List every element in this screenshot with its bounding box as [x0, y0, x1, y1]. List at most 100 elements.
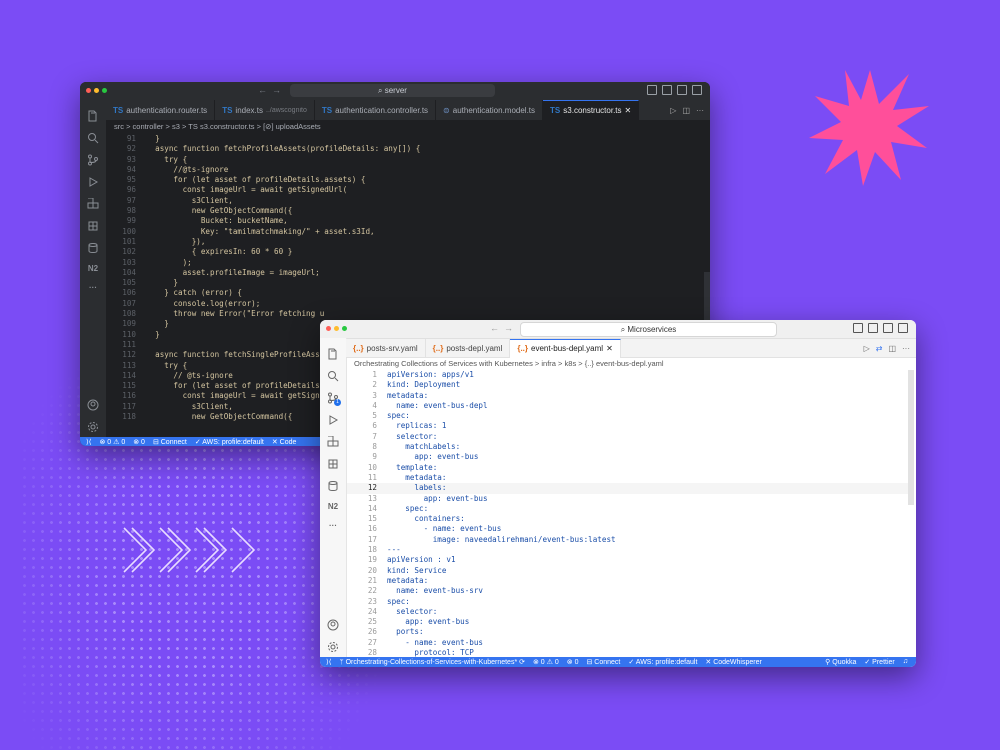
aws-profile[interactable]: ✓ AWS: profile:default [628, 658, 697, 666]
light-title-bar: ← → ⌕ Microservices [320, 320, 916, 339]
n2-extension-icon[interactable]: N2 [88, 264, 98, 273]
maximize-window-button[interactable] [342, 326, 347, 331]
settings-gear-icon[interactable] [327, 641, 339, 653]
panel-toggle-icon[interactable] [662, 85, 672, 95]
quokka-status[interactable]: ⚲ Quokka [825, 658, 856, 666]
close-window-button[interactable] [86, 88, 91, 93]
n2-extension-icon[interactable]: N2 [328, 502, 338, 511]
ports-indicator[interactable]: ⊗ 0 [567, 658, 579, 666]
testing-icon[interactable] [87, 220, 99, 232]
account-icon[interactable] [327, 619, 339, 631]
more-actions-icon[interactable]: ··· [696, 106, 704, 115]
tab-authentication-controller[interactable]: TS authentication.controller.ts [315, 100, 437, 120]
command-search-box[interactable]: ⌕ server [290, 84, 495, 97]
problems-indicator[interactable]: ⊗ 0 ⚠ 0 [533, 658, 559, 666]
run-debug-icon[interactable] [327, 414, 339, 426]
yaml-file-icon: {..} [432, 343, 444, 353]
connect-button[interactable]: ⊟ Connect [586, 658, 620, 666]
tab-posts-depl[interactable]: {..} posts-depl.yaml [426, 339, 511, 357]
window-controls [86, 88, 107, 93]
tab-authentication-model[interactable]: ⊜ authentication.model.ts [436, 100, 544, 120]
panel-toggle-icon[interactable] [868, 323, 878, 333]
command-search-box[interactable]: ⌕ Microservices [520, 322, 777, 337]
notifications-icon[interactable]: ♫ [903, 658, 908, 666]
code-line: 7 selector: [347, 432, 910, 442]
ports-indicator[interactable]: ⊗ 0 [133, 438, 145, 446]
minimize-window-button[interactable] [94, 88, 99, 93]
tab-label: s3.constructor.ts [563, 106, 622, 115]
run-icon[interactable]: ▷ [670, 106, 676, 115]
more-actions-icon[interactable]: ··· [902, 344, 910, 353]
database-icon[interactable] [327, 480, 339, 492]
extensions-icon[interactable] [87, 198, 99, 210]
breadcrumb[interactable]: src > controller > s3 > TS s3.constructo… [114, 122, 321, 131]
line-text: spec: [387, 503, 429, 513]
codewhisperer-status[interactable]: ✕ CodeWhisperer [705, 658, 761, 666]
sidebar-toggle-icon[interactable] [647, 85, 657, 95]
tab-authentication-router[interactable]: TS authentication.router.ts [106, 100, 216, 120]
minimize-window-button[interactable] [334, 326, 339, 331]
remote-icon[interactable]: ⟩⟨ [80, 438, 91, 446]
run-icon[interactable]: ▷ [864, 344, 870, 353]
prettier-status[interactable]: ✓ Prettier [864, 658, 894, 666]
split-editor-icon[interactable]: ◫ [888, 344, 896, 353]
database-icon[interactable] [87, 242, 99, 254]
close-tab-icon[interactable]: ✕ [625, 106, 632, 115]
aws-profile[interactable]: ✓ AWS: profile:default [195, 438, 264, 446]
customize-layout-icon[interactable] [898, 323, 908, 333]
tab-index[interactable]: TS index.ts ../awscognito [215, 100, 315, 120]
files-icon[interactable] [327, 348, 339, 360]
git-branch[interactable]: ᛘ Orchestrating-Collections-of-Services-… [339, 658, 525, 666]
layout-icons [853, 323, 908, 333]
line-number: 113 [122, 360, 136, 370]
sidebar-toggle-icon[interactable] [853, 323, 863, 333]
split-editor-icon[interactable]: ◫ [682, 106, 690, 115]
code-line: 6 replicas: 1 [347, 421, 910, 431]
source-control-icon[interactable] [87, 154, 99, 166]
connect-button[interactable]: ⊟ Connect [153, 438, 187, 446]
settings-gear-icon[interactable] [87, 421, 99, 433]
code-editor[interactable]: 1 apiVersion: apps/v1 2 kind: Deployment 3 me… [347, 370, 910, 657]
close-tab-icon[interactable]: ✕ [606, 344, 613, 353]
line-text: metadata: [387, 390, 429, 400]
nav-arrows[interactable]: ← → [258, 85, 281, 95]
code-line: 19 apiVersion : v1 [347, 555, 910, 565]
search-icon[interactable] [87, 132, 99, 144]
code-line: 18 --- [347, 545, 910, 555]
tab-label: posts-depl.yaml [446, 343, 503, 353]
activity-bar: 1 N2 ··· [320, 338, 347, 657]
line-number: 104 [122, 267, 136, 277]
close-window-button[interactable] [326, 326, 331, 331]
tab-event-bus-depl[interactable]: {..} event-bus-depl.yaml ✕ [510, 338, 621, 358]
code-line: 102 { expiresIn: 60 * 60 } [106, 247, 704, 257]
files-icon[interactable] [87, 110, 99, 122]
line-text: template: [387, 462, 438, 472]
run-debug-icon[interactable] [87, 176, 99, 188]
search-icon[interactable] [327, 370, 339, 382]
account-icon[interactable] [87, 399, 99, 411]
line-number: 110 [122, 329, 136, 339]
scrollbar[interactable] [908, 370, 914, 505]
diff-icon[interactable]: ⇄ [876, 344, 883, 353]
more-icon[interactable]: ··· [89, 283, 97, 292]
tab-s3-constructor[interactable]: TS s3.constructor.ts ✕ [543, 99, 640, 121]
tab-posts-srv[interactable]: {..} posts-srv.yaml [346, 339, 426, 357]
line-number: 18 [367, 545, 377, 555]
split-toggle-icon[interactable] [677, 85, 687, 95]
problems-indicator[interactable]: ⊗ 0 ⚠ 0 [99, 438, 125, 446]
line-number: 10 [367, 462, 377, 472]
breadcrumb[interactable]: Orchestrating Collections of Services wi… [354, 359, 664, 368]
editor-actions: ▷ ◫ ··· [670, 106, 710, 115]
testing-icon[interactable] [327, 458, 339, 470]
customize-layout-icon[interactable] [692, 85, 702, 95]
remote-icon[interactable]: ⟩⟨ [320, 658, 331, 666]
more-icon[interactable]: ··· [329, 521, 337, 530]
extensions-icon[interactable] [327, 436, 339, 448]
maximize-window-button[interactable] [102, 88, 107, 93]
codewhisperer-status[interactable]: ✕ Code [272, 438, 297, 446]
split-toggle-icon[interactable] [883, 323, 893, 333]
source-control-icon[interactable]: 1 [327, 392, 341, 406]
nav-arrows[interactable]: ← → [490, 323, 513, 333]
line-text: new GetObjectCommand({ [146, 412, 293, 422]
line-text: - name: event-bus [387, 524, 502, 534]
